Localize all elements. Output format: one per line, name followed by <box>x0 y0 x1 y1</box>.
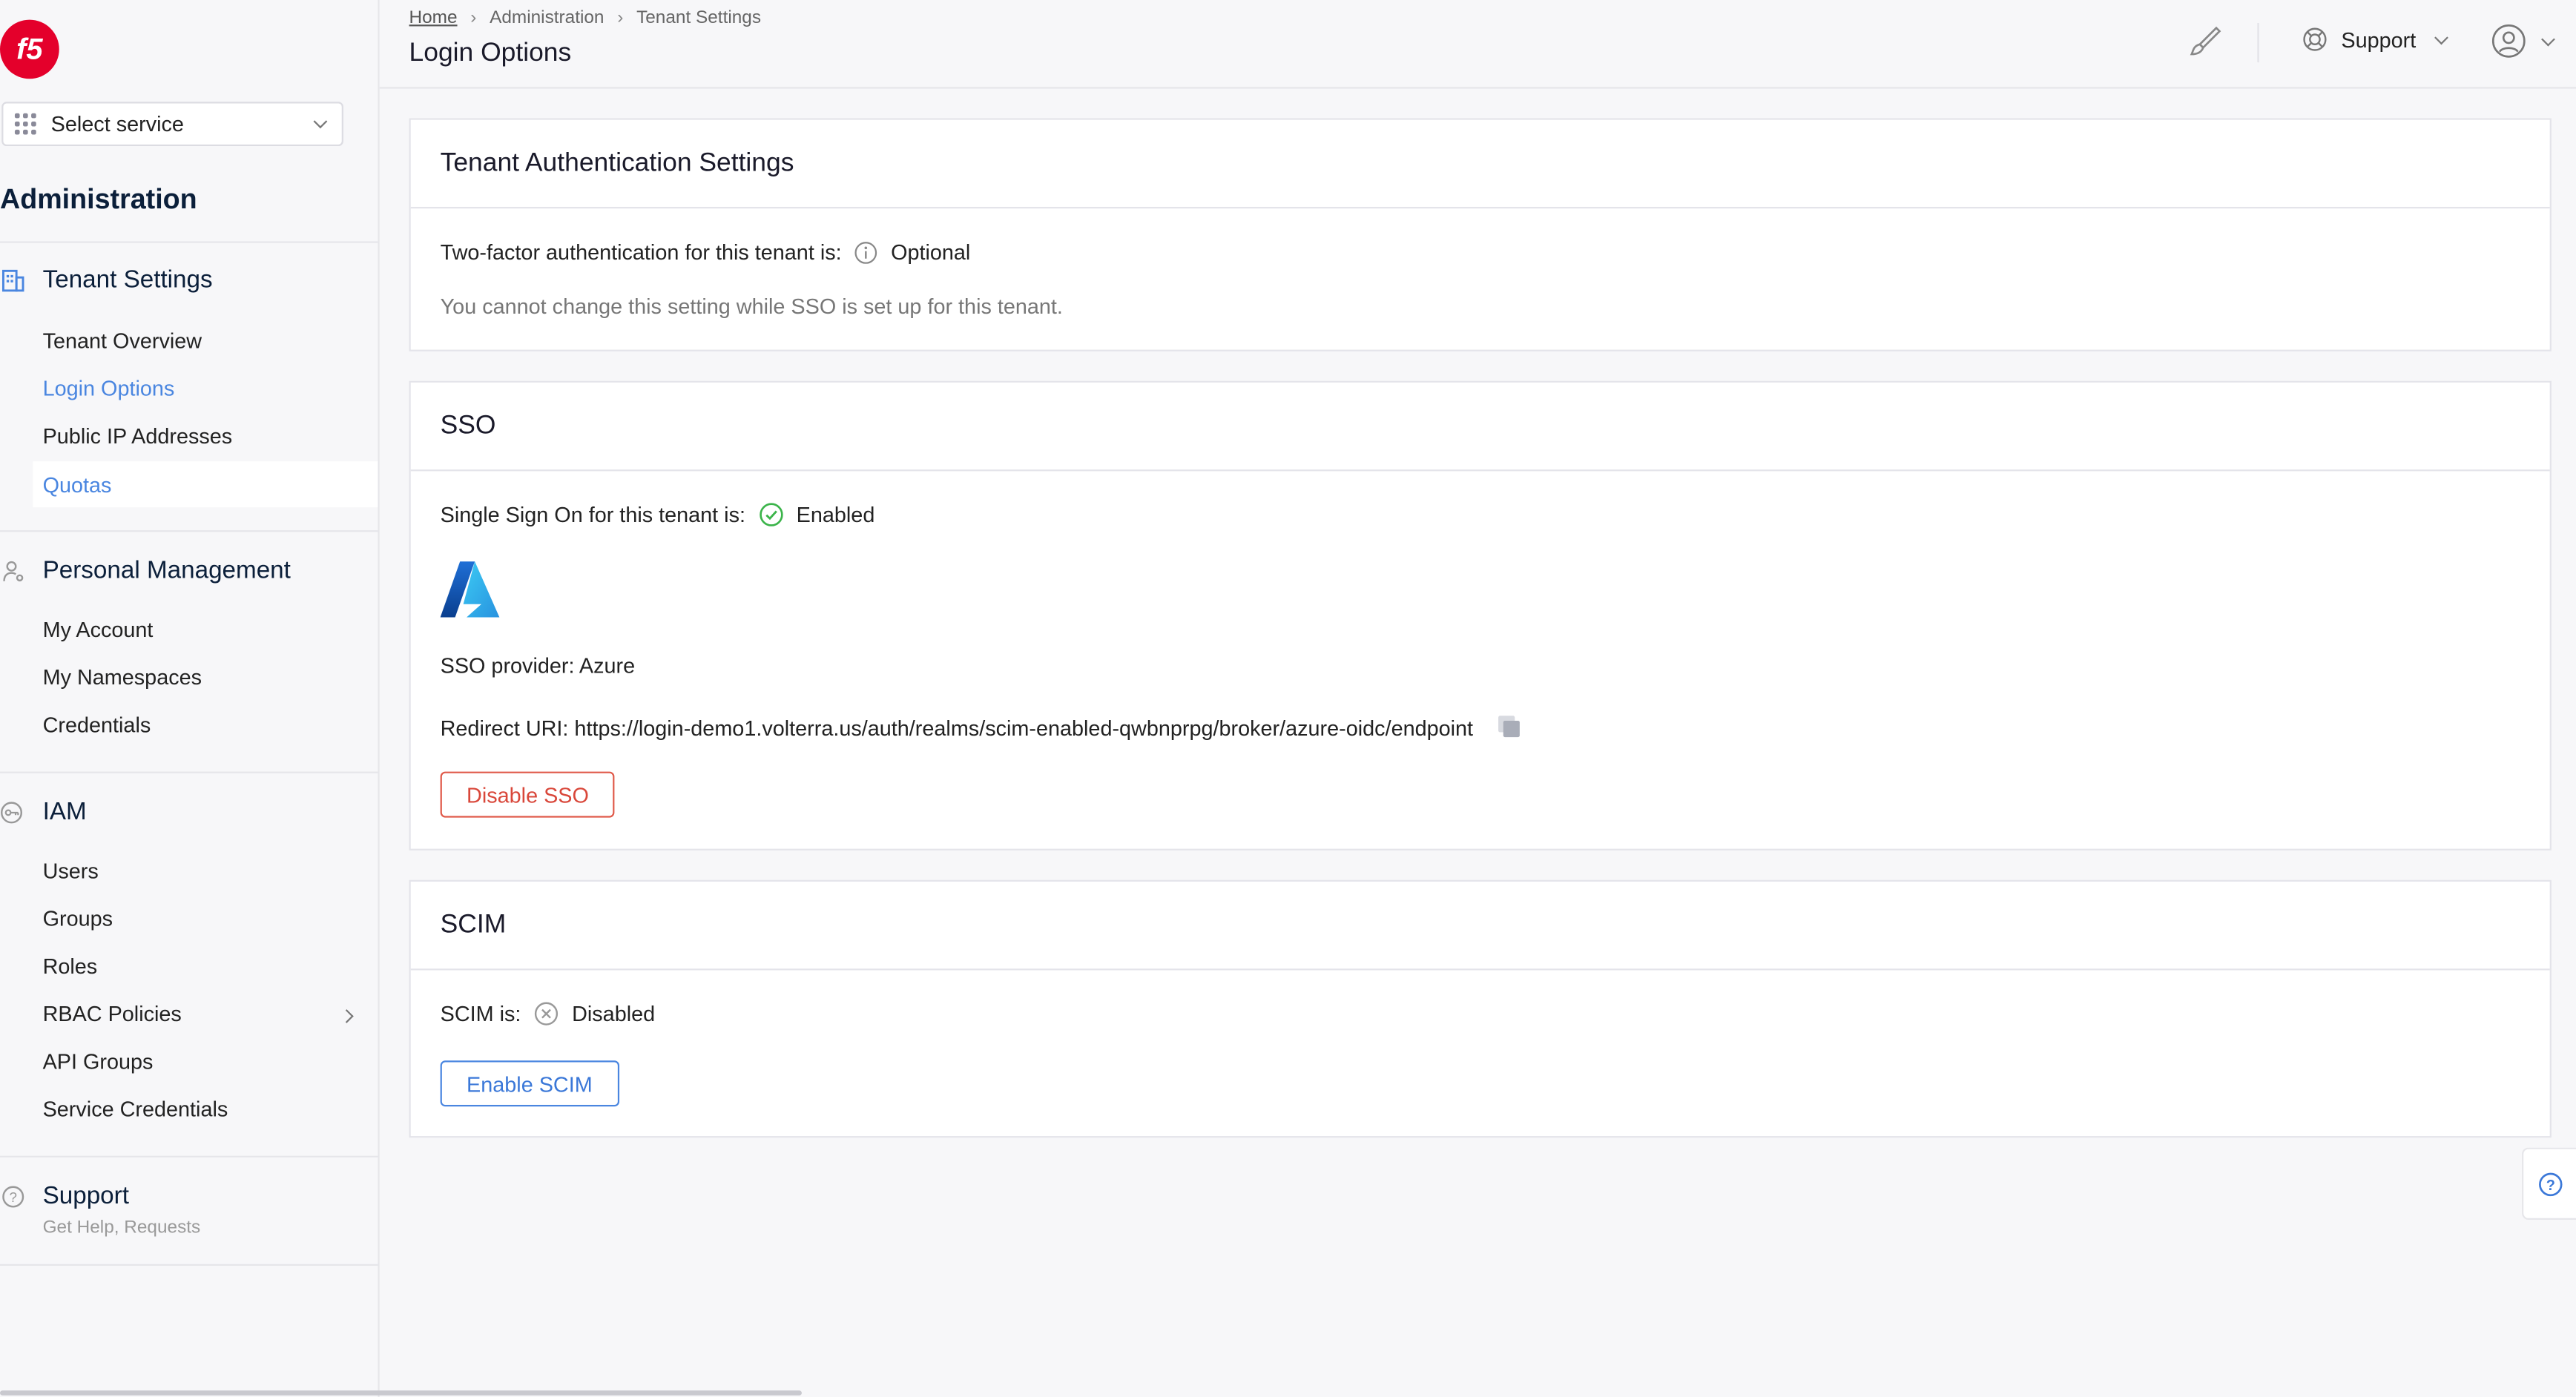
redirect-uri-text: Redirect URI: https://login-demo1.volter… <box>440 715 1474 740</box>
key-icon <box>0 799 26 825</box>
chevron-right-icon: › <box>470 8 477 28</box>
sidebar-title: Administration <box>0 183 197 216</box>
svg-text:?: ? <box>9 1189 16 1204</box>
paint-brush-icon[interactable] <box>2187 23 2223 67</box>
page-header: Home › Administration › Tenant Settings … <box>379 0 2576 89</box>
section-label: Personal Management <box>42 556 291 585</box>
nav-api-groups[interactable]: API Groups <box>43 1049 154 1074</box>
check-circle-icon <box>759 502 783 526</box>
section-support[interactable]: ? Support <box>0 1182 129 1210</box>
scim-card: SCIM SCIM is: Disabled Enable SCIM <box>409 879 2552 1138</box>
section-label: Tenant Settings <box>42 265 213 294</box>
nav-groups[interactable]: Groups <box>43 906 113 931</box>
nav-quotas[interactable]: Quotas <box>33 461 378 508</box>
sso-status-row: Single Sign On for this tenant is: Enabl… <box>441 502 875 526</box>
horizontal-scrollbar[interactable] <box>0 1390 802 1396</box>
nav-users[interactable]: Users <box>43 859 99 883</box>
nav-service-credentials[interactable]: Service Credentials <box>43 1097 228 1121</box>
sidebar: f5 Select service Administration Tenant … <box>0 0 802 1397</box>
help-button[interactable]: ? <box>2522 1147 2576 1221</box>
svg-text:?: ? <box>2546 1177 2555 1193</box>
scim-status-value: Disabled <box>572 1001 656 1026</box>
divider <box>0 530 378 532</box>
copy-icon[interactable] <box>1496 714 1522 740</box>
help-circle-icon: ? <box>2538 1172 2563 1196</box>
section-iam[interactable]: IAM <box>0 798 87 826</box>
scim-status-row: SCIM is: Disabled <box>441 1002 656 1026</box>
sso-status-label: Single Sign On for this tenant is: <box>440 502 745 527</box>
user-settings-icon <box>0 558 26 584</box>
twofa-value: Optional <box>891 240 971 265</box>
chevron-right-icon: › <box>617 8 624 28</box>
section-label: IAM <box>42 798 87 826</box>
enable-scim-button[interactable]: Enable SCIM <box>440 1060 619 1107</box>
divider <box>0 771 378 773</box>
disable-sso-button[interactable]: Disable SSO <box>440 771 616 818</box>
f5-logo[interactable]: f5 <box>0 19 59 79</box>
divider <box>0 1155 378 1157</box>
tenant-auth-card: Tenant Authentication Settings Two-facto… <box>409 118 2552 351</box>
page-title: Login Options <box>409 39 572 67</box>
nav-rbac-policies[interactable]: RBAC Policies <box>43 1002 182 1026</box>
nav-public-ip-addresses[interactable]: Public IP Addresses <box>43 423 233 448</box>
twofa-note: You cannot change this setting while SSO… <box>440 294 1063 319</box>
support-subtitle: Get Help, Requests <box>42 1218 201 1238</box>
x-circle-icon <box>534 1002 559 1026</box>
nav-roles[interactable]: Roles <box>43 954 98 978</box>
sso-card: SSO Single Sign On for this tenant is: E… <box>409 380 2552 851</box>
building-icon <box>0 267 26 293</box>
user-avatar-icon <box>2491 23 2527 59</box>
section-personal-management[interactable]: Personal Management <box>0 556 291 585</box>
support-menu[interactable]: Support <box>2302 26 2448 52</box>
chevron-down-icon <box>313 114 328 129</box>
select-service-label: Select service <box>50 111 184 136</box>
breadcrumb-tenant-settings: Tenant Settings <box>636 8 762 28</box>
nav-tenant-overview[interactable]: Tenant Overview <box>43 328 202 353</box>
breadcrumb-administration: Administration <box>490 8 605 28</box>
twofa-row: Two-factor authentication for this tenan… <box>441 240 971 264</box>
chevron-down-icon <box>2541 31 2555 46</box>
sso-provider: SSO provider: Azure <box>440 653 636 678</box>
help-circle-icon: ? <box>0 1183 26 1209</box>
card-title: Tenant Authentication Settings <box>410 120 2550 209</box>
divider <box>0 1264 378 1266</box>
nav-login-options[interactable]: Login Options <box>43 376 175 400</box>
grid-icon <box>14 112 38 136</box>
divider <box>0 241 378 243</box>
user-menu[interactable] <box>2491 23 2555 59</box>
section-label: Support <box>42 1182 129 1210</box>
azure-logo-icon <box>440 560 501 627</box>
card-title: SSO <box>410 383 2550 472</box>
divider <box>2257 22 2259 63</box>
breadcrumb: Home › Administration › Tenant Settings <box>409 8 762 28</box>
support-label: Support <box>2341 27 2417 52</box>
twofa-label: Two-factor authentication for this tenan… <box>440 240 842 265</box>
redirect-uri-row: Redirect URI: https://login-demo1.volter… <box>441 714 1523 740</box>
chevron-right-icon <box>339 1009 354 1023</box>
card-title: SCIM <box>410 882 2550 971</box>
lifebuoy-icon <box>2302 26 2328 52</box>
chevron-down-icon <box>2434 30 2448 44</box>
select-service-dropdown[interactable]: Select service <box>1 102 343 147</box>
nav-my-namespaces[interactable]: My Namespaces <box>43 665 202 690</box>
nav-credentials[interactable]: Credentials <box>43 713 151 737</box>
section-tenant-settings[interactable]: Tenant Settings <box>0 266 213 294</box>
nav-my-account[interactable]: My Account <box>43 617 154 641</box>
scim-status-label: SCIM is: <box>440 1001 521 1026</box>
sso-status-value: Enabled <box>796 502 875 527</box>
info-circle-icon <box>854 240 877 263</box>
breadcrumb-home[interactable]: Home <box>409 8 458 28</box>
